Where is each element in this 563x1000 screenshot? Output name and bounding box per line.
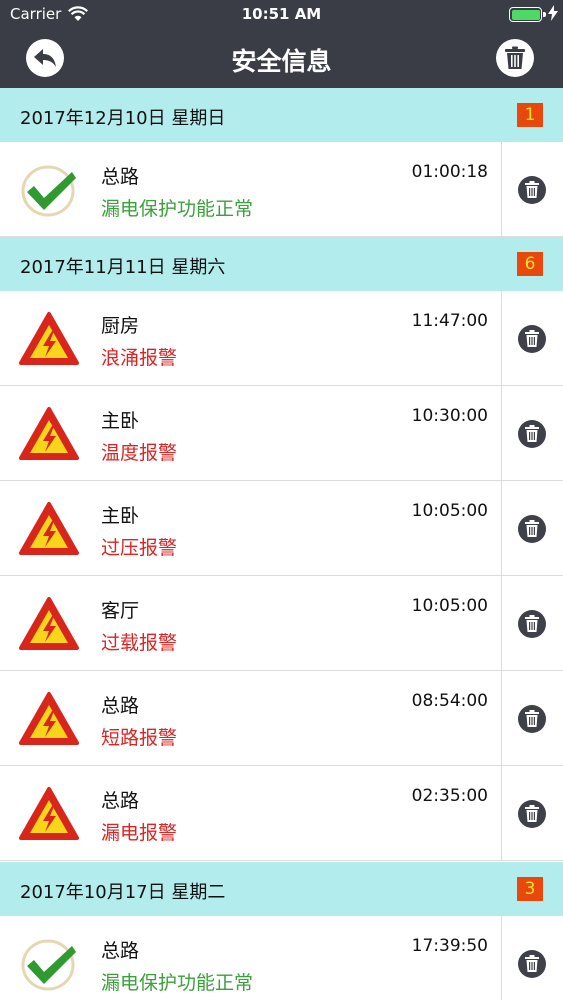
circuit-name: 总路 [101,940,140,962]
circuit-name: 总路 [101,790,140,812]
event-status: 漏电保护功能正常 [101,972,254,994]
check-icon [18,936,80,992]
count-badge: 6 [517,252,543,276]
list-item[interactable]: 主卧 10:30:00 温度报警 [0,386,563,481]
trash-icon [525,425,539,442]
warning-icon [18,596,80,652]
circuit-name: 总路 [101,695,140,717]
event-status: 漏电保护功能正常 [101,198,254,220]
delete-button[interactable] [518,800,546,828]
battery-icon [509,7,546,22]
delete-button[interactable] [518,420,546,448]
divider [501,386,502,481]
trash-icon [505,46,525,69]
section-header-date: 2017年10月17日 星期二 3 [0,862,563,916]
count-badge: 3 [517,877,543,901]
divider [501,671,502,766]
warning-icon [18,406,80,462]
event-time: 10:05:00 [411,501,488,521]
check-icon [18,162,80,218]
event-time: 11:47:00 [411,311,488,331]
event-status: 过压报警 [101,537,178,559]
event-status: 温度报警 [101,442,178,464]
delete-button[interactable] [518,705,546,733]
delete-button[interactable] [518,950,546,978]
section-date: 2017年12月10日 星期日 [20,108,226,129]
event-time: 08:54:00 [411,691,488,711]
charging-icon [548,5,558,25]
trash-icon [525,330,539,347]
circuit-name: 主卧 [101,505,140,527]
list-item[interactable]: 客厅 10:05:00 过载报警 [0,576,563,671]
section-date: 2017年11月11日 星期六 [20,257,226,278]
section-header-date: 2017年11月11日 星期六 6 [0,237,563,291]
event-time: 17:39:50 [411,936,488,956]
trash-icon [525,181,539,198]
trash-icon [525,520,539,537]
clock: 10:51 AM [241,5,322,23]
circuit-name: 厨房 [101,315,140,337]
event-status: 漏电报警 [101,822,178,844]
divider [501,481,502,576]
trash-icon [525,805,539,822]
list-item[interactable]: 总路 01:00:18 漏电保护功能正常 [0,142,563,237]
trash-icon [525,955,539,972]
delete-all-button[interactable] [496,39,534,77]
event-time: 02:35:00 [411,786,488,806]
event-status: 短路报警 [101,727,178,749]
circuit-name: 主卧 [101,410,140,432]
event-status: 过载报警 [101,632,178,654]
divider [501,576,502,671]
event-time: 10:05:00 [411,596,488,616]
section-date: 2017年10月17日 星期二 [20,882,226,903]
status-bar: Carrier 10:51 AM [0,0,563,30]
list-item[interactable]: 总路 17:39:50 漏电保护功能正常 [0,916,563,1000]
divider [501,916,502,1000]
circuit-name: 客厅 [101,600,140,622]
list-item[interactable]: 总路 02:35:00 漏电报警 [0,766,563,861]
warning-icon [18,691,80,747]
trash-icon [525,615,539,632]
count-badge: 1 [517,103,543,127]
list-item[interactable]: 厨房 11:47:00 浪涌报警 [0,291,563,386]
event-time: 10:30:00 [411,406,488,426]
delete-button[interactable] [518,325,546,353]
circuit-name: 总路 [101,166,140,188]
event-status: 浪涌报警 [101,347,178,369]
divider [501,142,502,237]
page-title: 安全信息 [231,47,332,76]
divider [501,766,502,861]
warning-icon [18,786,80,842]
warning-icon [18,311,80,367]
list-item[interactable]: 总路 08:54:00 短路报警 [0,671,563,766]
list-item[interactable]: 主卧 10:05:00 过压报警 [0,481,563,576]
divider [501,291,502,386]
delete-button[interactable] [518,176,546,204]
delete-button[interactable] [518,515,546,543]
trash-icon [525,710,539,727]
warning-icon [18,501,80,557]
delete-button[interactable] [518,610,546,638]
nav-bar: 安全信息 [0,30,563,88]
section-header-date: 2017年12月10日 星期日 1 [0,88,563,142]
event-time: 01:00:18 [411,162,488,182]
